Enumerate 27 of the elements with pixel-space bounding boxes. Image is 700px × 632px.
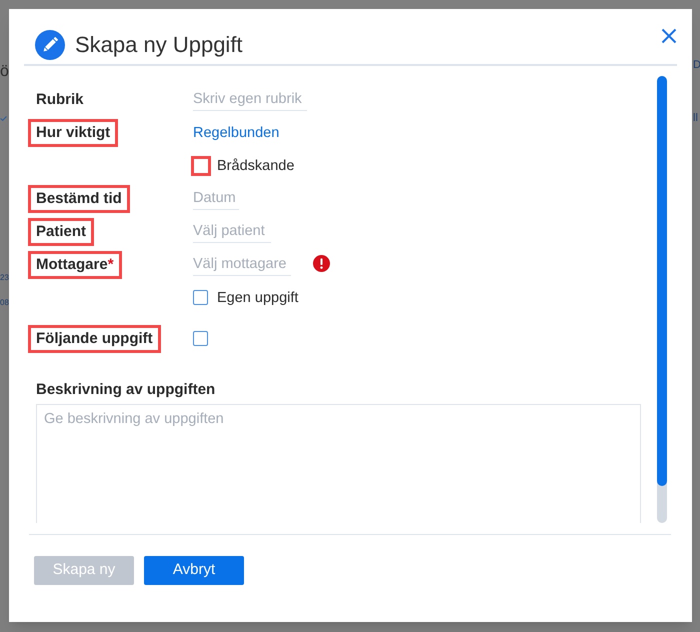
close-button[interactable] <box>661 28 677 44</box>
text-field[interactable]: Välj mottagare <box>193 254 291 276</box>
description-field[interactable]: Ge beskrivning av uppgiften <box>36 404 641 523</box>
text-field[interactable]: Välj patient <box>193 220 271 242</box>
background-text: 08 <box>0 299 9 307</box>
background-text: 23 <box>0 274 9 282</box>
pencil-icon <box>35 30 65 60</box>
text-field[interactable]: Datum <box>193 188 239 210</box>
field-label: Hur viktigt <box>36 122 110 142</box>
description-label: Beskrivning av uppgiften <box>36 380 216 400</box>
checkbox[interactable] <box>193 331 208 346</box>
field-label: Mottagare* <box>36 254 114 274</box>
checkbox-label[interactable]: Brådskande <box>217 156 294 176</box>
background-text: ö <box>0 64 9 80</box>
checkbox[interactable] <box>193 290 208 305</box>
field-label: Följande uppgift <box>36 328 153 348</box>
highlight-frame[interactable] <box>191 156 211 176</box>
field-label: Rubrik <box>36 90 84 110</box>
dialog-title: Skapa ny Uppgift <box>75 31 243 59</box>
cancel-button[interactable]: Avbryt <box>144 556 244 585</box>
checkbox-label[interactable]: Egen uppgift <box>217 288 298 308</box>
priority-link[interactable]: Regelbunden <box>193 122 280 142</box>
text-field[interactable]: Skriv egen rubrik <box>193 88 307 110</box>
check-icon <box>0 116 7 121</box>
background-text: ll <box>693 113 698 124</box>
field-label: Bestämd tid <box>36 188 122 208</box>
field-label: Patient <box>36 222 86 242</box>
